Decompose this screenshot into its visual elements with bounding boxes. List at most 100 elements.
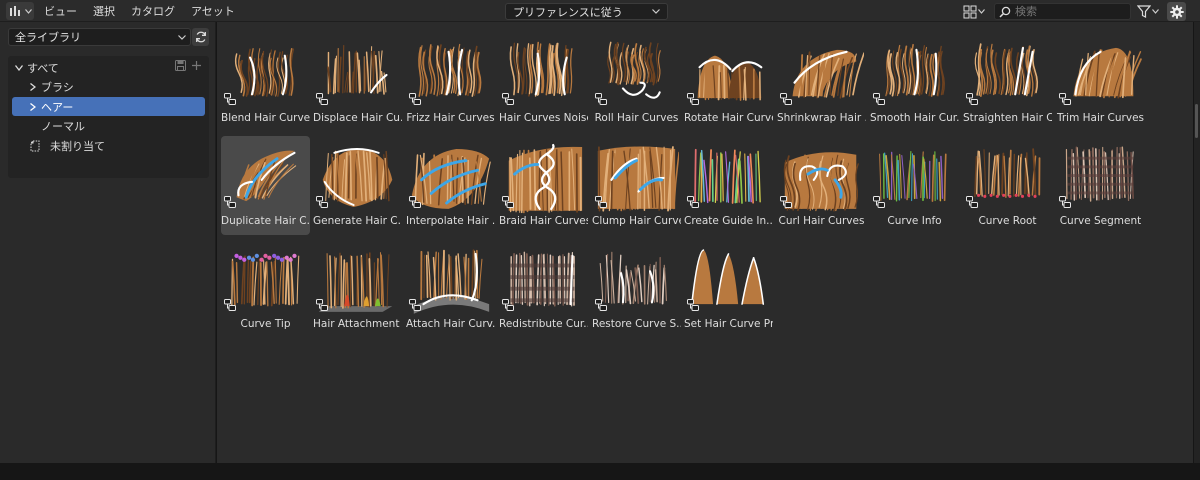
- asset-label: Clump Hair Curves: [592, 215, 681, 227]
- filter-button[interactable]: [1137, 3, 1165, 20]
- refresh-icon: [195, 31, 206, 43]
- gear-icon: [1169, 4, 1184, 19]
- menu-asset[interactable]: アセット: [191, 3, 235, 19]
- vertical-scrollbar[interactable]: [1194, 22, 1200, 463]
- node-tree-icon: [1059, 196, 1071, 208]
- asset-label: Blend Hair Curves: [221, 112, 310, 124]
- asset-label: Create Guide In...: [684, 215, 773, 227]
- node-tree-icon: [224, 93, 236, 105]
- asset-tile[interactable]: Smooth Hair Cur...: [870, 33, 959, 132]
- node-tree-icon: [409, 93, 421, 105]
- asset-tile[interactable]: Interpolate Hair ...: [406, 136, 495, 235]
- asset-tile[interactable]: Hair Attachment ...: [313, 239, 402, 338]
- search-input[interactable]: [1015, 5, 1125, 18]
- node-tree-icon: [687, 196, 699, 208]
- asset-tile[interactable]: Curve Root: [963, 136, 1052, 235]
- node-tree-icon: [780, 196, 792, 208]
- menu-catalog[interactable]: カタログ: [131, 3, 175, 19]
- asset-tile[interactable]: Hair Curves Noise: [499, 33, 588, 132]
- library-value: 全ライブラリ: [15, 31, 81, 44]
- asset-tile[interactable]: Blend Hair Curves: [221, 33, 310, 132]
- asset-browser-header: ビュー 選択 カタログ アセット プリファレンスに従う: [0, 0, 1200, 22]
- asset-tile[interactable]: Redistribute Cur...: [499, 239, 588, 338]
- node-tree-icon: [316, 299, 328, 311]
- add-catalog-icon[interactable]: [192, 61, 201, 70]
- import-method-value: プリファレンスに従う: [513, 5, 623, 19]
- asset-label: Generate Hair C...: [313, 215, 402, 227]
- editor-type-button[interactable]: [6, 2, 34, 20]
- asset-tile[interactable]: Braid Hair Curves: [499, 136, 588, 235]
- save-catalog-icon[interactable]: [175, 60, 186, 71]
- asset-label: Interpolate Hair ...: [406, 215, 495, 227]
- chevron-right-icon: [30, 102, 36, 111]
- menu-select[interactable]: 選択: [93, 3, 115, 19]
- preferences-button[interactable]: [1167, 2, 1186, 21]
- asset-label: Rotate Hair Curves: [684, 112, 773, 124]
- asset-tile[interactable]: Duplicate Hair C...: [221, 136, 310, 235]
- node-tree-icon: [409, 299, 421, 311]
- node-tree-icon: [687, 93, 699, 105]
- menu-view[interactable]: ビュー: [44, 3, 77, 19]
- asset-tile[interactable]: Frizz Hair Curves: [406, 33, 495, 132]
- refresh-library-button[interactable]: [192, 28, 209, 46]
- asset-tile[interactable]: Curl Hair Curves: [777, 136, 866, 235]
- asset-tile[interactable]: Straighten Hair C...: [963, 33, 1052, 132]
- search-box[interactable]: [994, 3, 1131, 20]
- node-tree-icon: [316, 93, 328, 105]
- catalog-tree: すべて ブラシ ヘアー ノーマル 未割り当て: [8, 56, 209, 178]
- asset-tile[interactable]: Roll Hair Curves: [592, 33, 681, 132]
- asset-tile[interactable]: Create Guide In...: [684, 136, 773, 235]
- node-tree-icon: [595, 299, 607, 311]
- asset-label: Curve Tip: [240, 318, 291, 330]
- catalog-item-all[interactable]: すべて: [14, 58, 164, 77]
- catalog-item-label: ブラシ: [41, 80, 74, 94]
- asset-tile[interactable]: Curve Tip: [221, 239, 310, 338]
- asset-label: Curl Hair Curves: [778, 215, 865, 227]
- asset-tile[interactable]: Curve Segment: [1056, 136, 1145, 235]
- asset-tile[interactable]: Set Hair Curve Pr...: [684, 239, 773, 338]
- asset-label: Hair Curves Noise: [499, 112, 588, 124]
- asset-tile[interactable]: Displace Hair Cu...: [313, 33, 402, 132]
- scrollbar-thumb[interactable]: [1195, 104, 1198, 138]
- asset-label: Attach Hair Curv...: [406, 318, 495, 330]
- asset-tile[interactable]: Attach Hair Curv...: [406, 239, 495, 338]
- asset-label: Set Hair Curve Pr...: [684, 318, 773, 330]
- asset-label: Duplicate Hair C...: [221, 215, 310, 227]
- import-method-select[interactable]: プリファレンスに従う: [505, 3, 668, 20]
- node-tree-icon: [1059, 93, 1071, 105]
- asset-label: Curve Info: [887, 215, 942, 227]
- asset-browser-icon: [9, 6, 20, 16]
- search-icon: [999, 6, 1011, 18]
- asset-tile[interactable]: Shrinkwrap Hair ...: [777, 33, 866, 132]
- asset-label: Smooth Hair Cur...: [870, 112, 959, 124]
- node-tree-icon: [595, 93, 607, 105]
- node-tree-icon: [502, 93, 514, 105]
- catalog-item-unassigned[interactable]: 未割り当て: [30, 136, 200, 155]
- catalog-item-label: ノーマル: [41, 119, 85, 133]
- node-tree-icon: [224, 299, 236, 311]
- node-tree-icon: [316, 196, 328, 208]
- asset-tile[interactable]: Trim Hair Curves: [1056, 33, 1145, 132]
- asset-tile[interactable]: Generate Hair C...: [313, 136, 402, 235]
- node-tree-icon: [780, 93, 792, 105]
- catalog-item-normal[interactable]: ノーマル: [41, 116, 201, 135]
- chevron-down-icon: [24, 8, 32, 14]
- asset-tile[interactable]: Clump Hair Curves: [592, 136, 681, 235]
- catalog-item-brush[interactable]: ブラシ: [28, 77, 198, 96]
- chevron-down-icon: [15, 64, 23, 71]
- asset-tile[interactable]: Curve Info: [870, 136, 959, 235]
- node-tree-icon: [502, 196, 514, 208]
- asset-label: Trim Hair Curves: [1056, 112, 1145, 124]
- display-mode-button[interactable]: [963, 3, 989, 20]
- node-tree-icon: [595, 196, 607, 208]
- asset-label: Hair Attachment ...: [313, 318, 402, 330]
- asset-label: Displace Hair Cu...: [313, 112, 402, 124]
- library-select[interactable]: 全ライブラリ: [8, 28, 191, 46]
- asset-tile[interactable]: Restore Curve S...: [592, 239, 681, 338]
- chevron-down-icon: [1152, 9, 1159, 14]
- asset-tile[interactable]: Rotate Hair Curves: [684, 33, 773, 132]
- catalog-item-hair[interactable]: ヘアー: [12, 97, 205, 116]
- asset-grid: Blend Hair Curves Displace Hair Cu... Friz…: [217, 22, 1193, 463]
- grid-view-icon: [963, 5, 977, 18]
- catalog-sidebar: 全ライブラリ すべて ブラシ ヘアー ノーマル 未割り当て: [0, 22, 216, 463]
